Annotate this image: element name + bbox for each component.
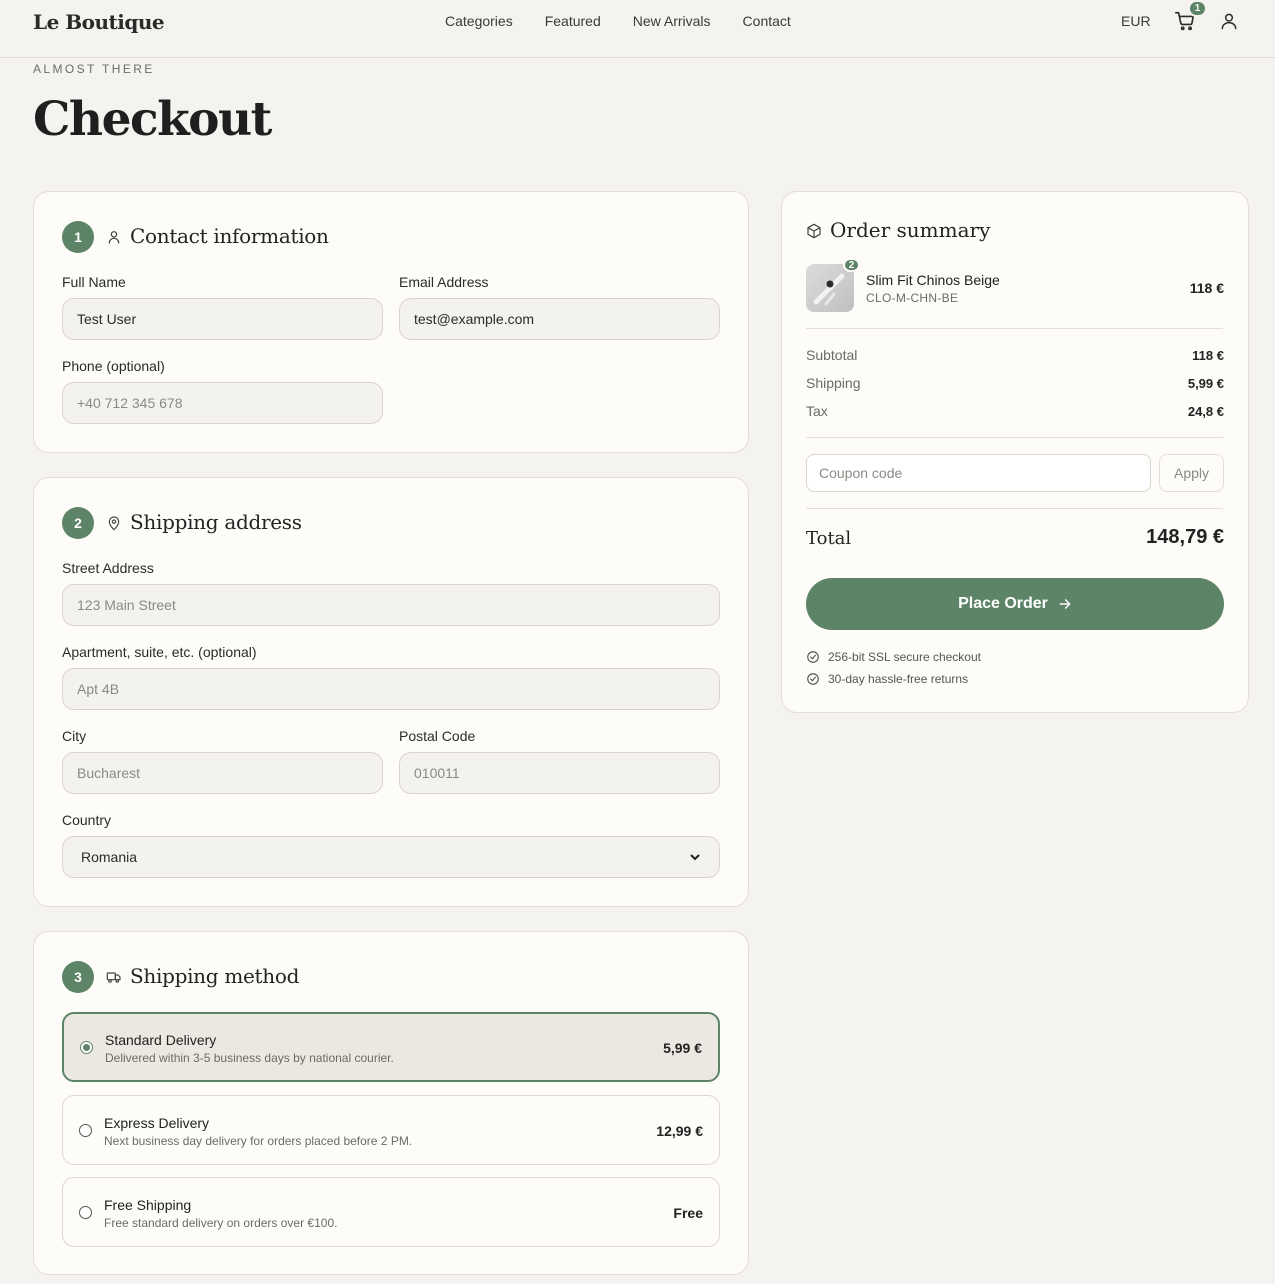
option-description: Delivered within 3-5 business days by na… <box>105 1051 394 1065</box>
trust-text: 30-day hassle-free returns <box>828 672 969 686</box>
currency-selector[interactable]: EUR <box>1121 13 1151 29</box>
apartment-input[interactable] <box>62 668 720 710</box>
full-name-input[interactable] <box>62 298 383 340</box>
divider <box>806 437 1223 438</box>
cart-count-badge: 1 <box>1188 0 1207 17</box>
subtotal-value: 118 € <box>1192 348 1224 363</box>
package-icon <box>807 223 821 239</box>
place-order-label: Place Order <box>958 595 1048 612</box>
place-order-button[interactable]: Place Order <box>806 578 1224 630</box>
coupon-code-input[interactable] <box>806 454 1151 492</box>
tax-value: 24,8 € <box>1187 404 1224 419</box>
truck-icon <box>106 972 121 983</box>
item-quantity-badge: 2 <box>843 258 860 272</box>
order-summary-card: Order summary 2 Slim Fit Chinos Beige CL… <box>781 191 1249 713</box>
trust-item-returns: 30-day hassle-free returns <box>806 672 968 686</box>
option-price: Free <box>673 1205 703 1221</box>
user-account-icon[interactable] <box>1219 11 1239 31</box>
step-number-2: 2 <box>62 507 94 539</box>
shipping-value: 5,99 € <box>1187 376 1224 391</box>
radio-express[interactable] <box>79 1124 92 1137</box>
chevron-down-icon <box>690 854 700 861</box>
shipping-method-card: 3 Shipping method Standard Delivery Deli… <box>33 931 749 1275</box>
item-price: 118 € <box>1189 280 1224 296</box>
shipping-option-free[interactable]: Free Shipping Free standard delivery on … <box>62 1177 720 1247</box>
divider <box>806 508 1223 509</box>
section-title-shipping-address: Shipping address <box>130 510 302 534</box>
option-title: Express Delivery <box>104 1115 210 1131</box>
item-sku: CLO-M-CHN-BE <box>866 291 959 305</box>
order-summary-title: Order summary <box>830 218 991 242</box>
country-select-value: Romania <box>81 849 138 865</box>
total-label: Total <box>806 528 852 549</box>
apply-coupon-button[interactable]: Apply <box>1159 454 1224 492</box>
section-title-shipping-method: Shipping method <box>130 964 300 988</box>
radio-free[interactable] <box>79 1206 92 1219</box>
nav-categories[interactable]: Categories <box>445 13 513 29</box>
option-price: 5,99 € <box>663 1040 702 1056</box>
full-name-label: Full Name <box>62 274 126 290</box>
country-label: Country <box>62 812 112 828</box>
street-label: Street Address <box>62 560 154 576</box>
shipping-option-standard[interactable]: Standard Delivery Delivered within 3-5 b… <box>62 1012 720 1082</box>
total-value: 148,79 € <box>1146 526 1224 548</box>
top-navigation-bar: Le Boutique Categories Featured New Arri… <box>0 0 1275 58</box>
apartment-label: Apartment, suite, etc. (optional) <box>62 644 257 660</box>
city-label: City <box>62 728 87 744</box>
shipping-address-card: 2 Shipping address Street Address Apartm… <box>33 477 749 907</box>
phone-label: Phone (optional) <box>62 358 165 374</box>
option-title: Standard Delivery <box>105 1032 217 1048</box>
option-price: 12,99 € <box>656 1123 703 1139</box>
arrow-right-icon <box>1059 599 1071 609</box>
street-input[interactable] <box>62 584 720 626</box>
email-input[interactable] <box>399 298 720 340</box>
shipping-option-express[interactable]: Express Delivery Next business day deliv… <box>62 1095 720 1165</box>
postal-code-label: Postal Code <box>399 728 476 744</box>
step-number-3: 3 <box>62 961 94 993</box>
step-number-1: 1 <box>62 221 94 253</box>
tax-label: Tax <box>806 403 828 419</box>
contact-information-card: 1 Contact information Full Name Email Ad… <box>33 191 749 453</box>
main-nav: Categories Featured New Arrivals Contact <box>445 13 791 29</box>
page-title: Checkout <box>33 92 272 147</box>
phone-input[interactable] <box>62 382 383 424</box>
email-label: Email Address <box>399 274 489 290</box>
section-title-contact: Contact information <box>130 224 329 248</box>
brand-logo[interactable]: Le Boutique <box>33 10 165 34</box>
trust-text: 256-bit SSL secure checkout <box>828 650 981 664</box>
subtotal-label: Subtotal <box>806 347 858 363</box>
nav-contact[interactable]: Contact <box>743 13 791 29</box>
city-input[interactable] <box>62 752 383 794</box>
option-description: Free standard delivery on orders over €1… <box>104 1216 338 1230</box>
item-name: Slim Fit Chinos Beige <box>866 272 1000 288</box>
location-pin-icon <box>108 516 120 531</box>
option-description: Next business day delivery for orders pl… <box>104 1134 413 1148</box>
check-circle-icon <box>807 651 819 663</box>
radio-standard[interactable] <box>80 1041 93 1054</box>
country-select[interactable]: Romania <box>62 836 720 878</box>
option-title: Free Shipping <box>104 1197 192 1213</box>
nav-new-arrivals[interactable]: New Arrivals <box>633 13 711 29</box>
nav-featured[interactable]: Featured <box>545 13 601 29</box>
page-eyebrow: ALMOST THERE <box>33 62 155 76</box>
shipping-label: Shipping <box>806 375 861 391</box>
person-icon <box>108 231 120 244</box>
check-circle-icon <box>807 673 819 685</box>
divider <box>806 328 1223 329</box>
postal-code-input[interactable] <box>399 752 720 794</box>
trust-item-ssl: 256-bit SSL secure checkout <box>806 650 981 664</box>
